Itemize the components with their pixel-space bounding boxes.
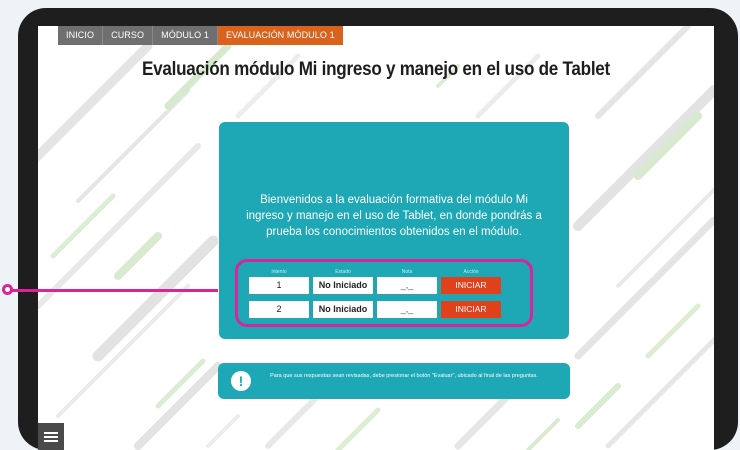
back-arrow-icon [689, 428, 709, 444]
menu-button[interactable] [38, 423, 64, 450]
breadcrumb-inicio[interactable]: INICIO [58, 26, 104, 45]
tablet-frame: INICIO CURSO MÓDULO 1 EVALUACIÓN MÓDULO … [18, 8, 738, 450]
highlight-annotation [235, 259, 533, 327]
tablet-screen: INICIO CURSO MÓDULO 1 EVALUACIÓN MÓDULO … [38, 26, 714, 450]
info-text: Para que sus respuestas sean revisadas, … [270, 373, 538, 379]
breadcrumb: INICIO CURSO MÓDULO 1 EVALUACIÓN MÓDULO … [58, 26, 343, 45]
info-notice: ! Para que sus respuestas sean revisadas… [218, 363, 570, 399]
menu-icon [44, 431, 58, 442]
welcome-text: Bienvenidos a la evaluación formativa de… [246, 194, 542, 238]
callout-dot [2, 284, 13, 295]
back-button[interactable] [684, 422, 714, 450]
breadcrumb-curso[interactable]: CURSO [103, 26, 154, 45]
breadcrumb-modulo-1[interactable]: MÓDULO 1 [153, 26, 218, 45]
page-title: Evaluación módulo Mi ingreso y manejo en… [142, 59, 610, 80]
exclamation-icon: ! [231, 371, 251, 391]
breadcrumb-evaluacion-modulo-1[interactable]: EVALUACIÓN MÓDULO 1 [217, 26, 343, 45]
callout-line [10, 289, 218, 292]
